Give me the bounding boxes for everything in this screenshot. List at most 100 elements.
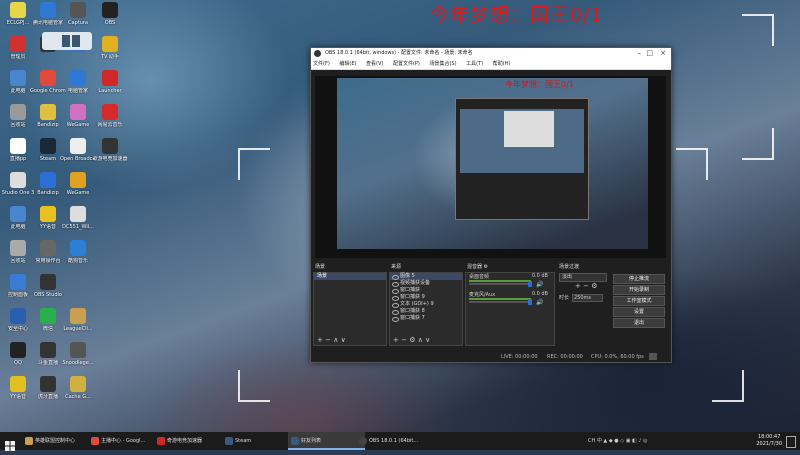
menu-help[interactable]: 帮助(H) [493,61,511,67]
desktop-icon[interactable]: Cache G... [60,376,96,400]
desktop-icon[interactable]: LeagueCli... [60,308,96,332]
source-item[interactable]: 窗口捕获 [390,287,462,294]
desktop-icon-label: Cache G... [65,394,91,400]
remove-icon[interactable]: − [401,336,407,344]
league-icon [25,437,33,445]
settings-button[interactable]: 设置 [613,307,665,317]
move-up-icon[interactable]: ∧ [333,336,338,344]
gear-icon[interactable]: ⚙ [409,336,415,344]
obs-logo-icon [314,50,321,57]
add-icon[interactable]: + [317,336,323,344]
app-icon [40,70,56,86]
close-icon[interactable]: × [660,48,666,59]
desktop-icon-label: Launcher [98,88,122,94]
status-indicator [649,353,657,360]
eye-icon[interactable] [392,317,399,322]
studio-mode-button[interactable]: 工作室模式 [613,296,665,306]
taskbar-item-steam[interactable]: Steam [222,432,297,450]
desktop-icon[interactable]: 酷狗音乐 [60,240,96,264]
sources-toolbar: + − ⚙ ∧ ∨ [390,336,462,345]
menu-edit[interactable]: 编辑(E) [339,61,356,67]
taskbar-item-league[interactable]: 英雄联盟控制中心 [22,432,97,450]
obs-titlebar[interactable]: OBS 18.0.1 (64bit, windows) - 配置文件: 未命名 … [311,48,671,59]
gear-icon[interactable]: ⚙ [591,282,597,290]
menu-file[interactable]: 文件(F) [313,61,330,67]
app-icon [10,342,26,358]
menu-view[interactable]: 查看(V) [366,61,383,67]
scenes-toolbar: + − ∧ ∨ [314,336,386,345]
app-icon [102,138,118,154]
sources-list: 图像 5 视频捕获设备 窗口捕获 窗口捕获 9 文本 (GDI+) 9 窗口捕获… [389,272,463,346]
menu-profile[interactable]: 配置文件(P) [393,61,420,67]
volume-knob[interactable] [528,281,532,287]
desktop-icon[interactable]: OBS [92,2,128,26]
desktop-icon[interactable]: WeGame [60,172,96,196]
speaker-icon[interactable]: 🔊 [536,299,543,306]
desktop-icon[interactable]: TV 助手 [92,36,128,60]
add-icon[interactable]: + [393,336,399,344]
add-icon[interactable]: + [575,282,581,290]
speaker-icon[interactable]: 🔊 [536,281,543,288]
mixer-header: 混音器 ⚙ [467,264,489,270]
source-item[interactable]: 窗口捕获 7 [390,315,462,322]
app-icon [70,70,86,86]
source-item[interactable]: 图像 5 [390,273,462,280]
scene-item[interactable]: 场景 [314,273,386,280]
desktop-icon[interactable]: DC551_Wil... [60,206,96,230]
maximize-icon[interactable]: □ [646,48,653,59]
remove-icon[interactable]: − [325,336,331,344]
notification-icon[interactable] [786,436,796,448]
desktop-icon[interactable]: Open Broadcast... [60,138,96,162]
taskbar-item-chrome[interactable]: 主播中心 - Googl... [88,432,163,450]
desktop-icon[interactable]: Launcher [92,70,128,94]
desktop-icon[interactable]: Captura [60,2,96,26]
gear-icon[interactable]: ⚙ [484,264,488,270]
desktop-icon[interactable]: 电脑管家 [60,70,96,94]
source-item[interactable]: 窗口捕获 8 [390,308,462,315]
menu-tools[interactable]: 工具(T) [466,61,483,67]
volume-slider[interactable] [469,283,531,285]
windows-start-icon[interactable] [5,436,15,451]
obs-menubar: 文件(F) 编辑(E) 查看(V) 配置文件(P) 场景集合(S) 工具(T) … [311,59,671,70]
chrome-icon [91,437,99,445]
desktop-icon[interactable]: OBS Studio [30,274,66,298]
taskbar-item-obs[interactable]: OBS 18.0.1 (64bit... [356,432,433,450]
desktop-icon-label: DC551_Wil... [62,224,94,230]
clock-time: 18:00:47 [757,434,781,440]
clock[interactable]: 18:00:47 2021/7/30 [756,434,782,448]
volume-slider[interactable] [469,301,531,303]
desktop-icon-label: TV 助手 [100,54,120,60]
app-icon [40,104,56,120]
volume-knob[interactable] [528,299,532,305]
move-down-icon[interactable]: ∨ [341,336,346,344]
taskbar-item-friends[interactable]: 好友列表 [288,432,365,450]
desktop-icon[interactable]: Snoodlege... [60,342,96,366]
app-icon [70,206,86,222]
desktop-widget[interactable] [42,32,92,50]
stream-overlay-title: 今年梦想：国王0/1 [430,4,604,26]
desktop-icon[interactable]: WeGame [60,104,96,128]
transitions-header: 场景过渡 [559,264,580,270]
app-icon [10,240,26,256]
desktop-icon[interactable]: 歌游电竞加速器 [92,138,128,162]
remove-icon[interactable]: − [583,282,589,290]
app-icon [40,342,56,358]
system-tray[interactable]: CH 中 ▲ ◆ ● ◇ ▣ ◧ ♪ ◎ [588,432,647,450]
stop-streaming-button[interactable]: 停止推流 [613,274,665,284]
app-icon [102,70,118,86]
duration-input[interactable]: 250ms [572,294,604,302]
desktop-icon[interactable]: 网易云音乐 [92,104,128,128]
move-down-icon[interactable]: ∨ [425,336,430,344]
move-up-icon[interactable]: ∧ [418,336,423,344]
start-recording-button[interactable]: 开始录制 [613,285,665,295]
app-icon [102,104,118,120]
exit-button[interactable]: 退出 [613,318,665,328]
source-item[interactable]: 窗口捕获 9 [390,294,462,301]
menu-scene-collection[interactable]: 场景集合(S) [429,61,456,67]
source-item[interactable]: 文本 (GDI+) 9 [390,301,462,308]
taskbar-item-accelerator[interactable]: 奇游电竞加速器 [154,432,229,450]
minimize-icon[interactable]: – [638,48,642,59]
source-item[interactable]: 视频捕获设备 [390,280,462,287]
transition-select[interactable]: 淡出 [559,273,607,282]
obs-preview[interactable]: 今年梦想：国王0/1 [315,76,666,258]
